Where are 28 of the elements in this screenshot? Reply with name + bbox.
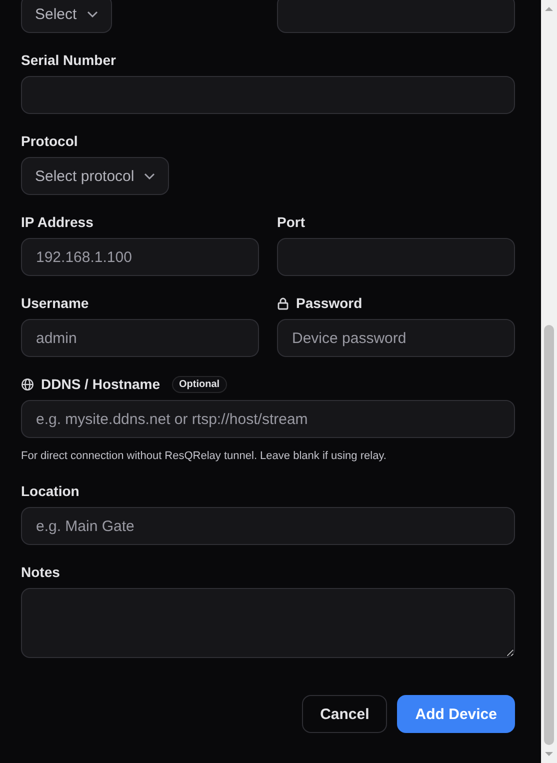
field-label: Protocol [21, 133, 78, 149]
select-dropdown[interactable]: Select protocol [21, 157, 170, 195]
field-label: IP Address [21, 214, 94, 230]
input-field[interactable]: admin [21, 319, 259, 357]
field-label: Port [277, 214, 305, 230]
field-label: Username [21, 295, 89, 311]
field-label: Notes [21, 564, 60, 580]
lock-icon [277, 296, 289, 310]
notes-field[interactable] [21, 588, 515, 658]
field-label: Password [296, 295, 362, 311]
input-field[interactable]: e.g. mysite.ddns.net or rtsp://host/stream [21, 400, 515, 438]
chevron-down-icon [86, 10, 98, 18]
field-label: Location [21, 483, 80, 499]
input-field[interactable] [277, 0, 515, 33]
optional-badge: Optional [172, 376, 227, 392]
globe-icon [21, 378, 34, 390]
field-label: Serial Number [21, 52, 116, 68]
field-label: DDNS / Hostname [41, 376, 160, 392]
select-dropdown[interactable]: Select [21, 0, 112, 33]
input-field[interactable]: e.g. Main Gate [21, 507, 515, 545]
cancel-button[interactable]: Cancel [302, 695, 388, 733]
input-field[interactable]: 192.168.1.100 [21, 238, 259, 276]
input-field[interactable]: Device password [277, 319, 515, 357]
input-field[interactable] [277, 238, 515, 276]
input-field[interactable] [21, 76, 515, 114]
chevron-down-icon [144, 172, 156, 180]
help-text: For direct connection without ResQRelay tunnel. Leave blank if using relay. [21, 449, 386, 464]
add-button[interactable]: Add Device [397, 695, 515, 733]
